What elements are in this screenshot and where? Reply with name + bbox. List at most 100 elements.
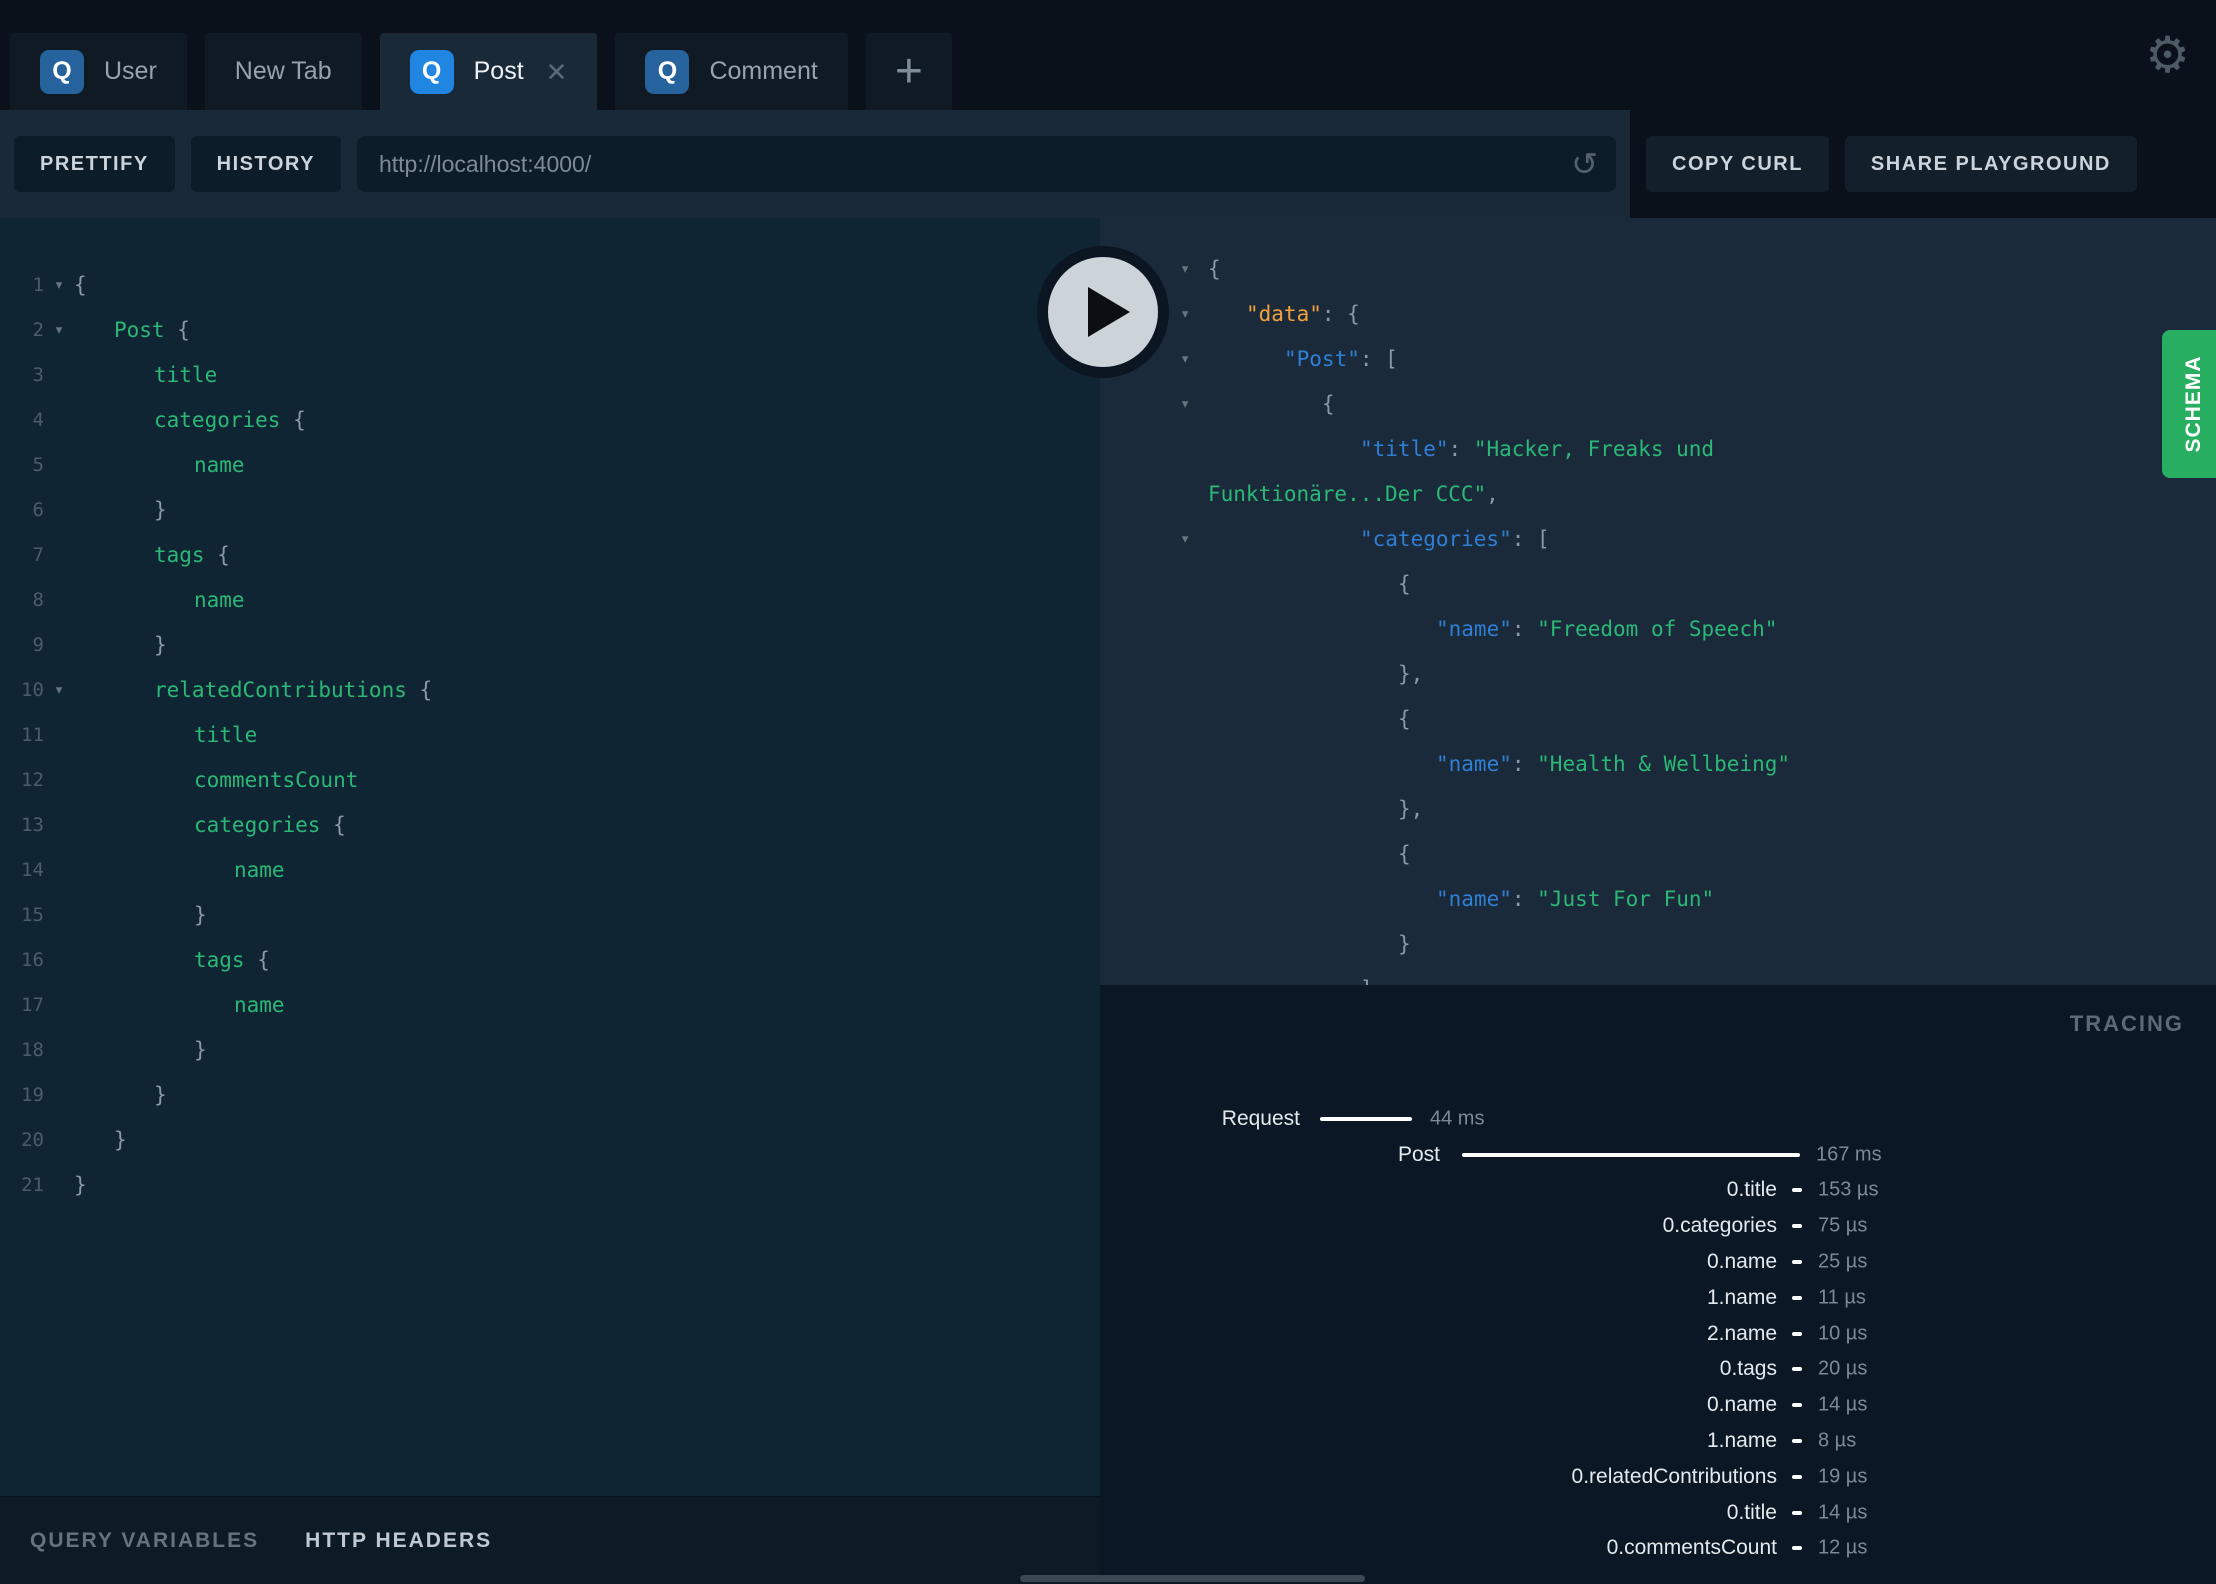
tab-comment[interactable]: Q Comment [615, 33, 848, 110]
line-number: 1 [32, 273, 44, 296]
code-token: "name" [1436, 616, 1512, 641]
query-code-line[interactable]: 6} [0, 487, 1100, 532]
code-token: { [1322, 391, 1335, 416]
query-code-line[interactable]: 15} [0, 892, 1100, 937]
trace-row: 1.name 11 µs [1100, 1280, 2216, 1316]
trace-duration-bar [1792, 1224, 1802, 1229]
prettify-button[interactable]: PRETTIFY [14, 136, 175, 192]
query-code-line[interactable]: 19} [0, 1072, 1100, 1117]
trace-duration-bar [1792, 1403, 1802, 1408]
query-code-line[interactable]: 2 ▾ Post { [0, 307, 1100, 352]
code-token: "data" [1246, 301, 1322, 326]
code-content: } [74, 1128, 1100, 1152]
trace-resolver-label: 0.name [1706, 1393, 1777, 1417]
code-token: } [154, 497, 167, 522]
tab-post[interactable]: Q Post ✕ [379, 33, 598, 110]
code-token: title [154, 362, 218, 387]
trace-duration-bar [1792, 1367, 1802, 1372]
line-number: 7 [32, 543, 44, 566]
tab-new-tab[interactable]: New Tab [204, 33, 362, 110]
query-code-line[interactable]: 9} [0, 622, 1100, 667]
trace-resolver-label: 0.categories [1662, 1214, 1777, 1238]
response-code-line: }, [1100, 651, 2216, 696]
query-code-line[interactable]: 1 ▾{ [0, 262, 1100, 307]
query-code-line[interactable]: 17 name [0, 982, 1100, 1027]
fold-arrow-icon[interactable]: ▾ [1180, 394, 1190, 414]
trace-row: 0.name 14 µs [1100, 1387, 2216, 1423]
trace-resolver-label: 0.relatedContributions [1571, 1464, 1777, 1488]
settings-gear-icon[interactable]: ⚙ [2145, 30, 2190, 80]
toolbar: PRETTIFY HISTORY http://localhost:4000/ … [0, 110, 2216, 218]
add-tab-button[interactable]: + [865, 33, 952, 110]
history-button[interactable]: HISTORY [190, 136, 341, 192]
response-code-line: { [1100, 696, 2216, 741]
code-token: commentsCount [194, 767, 359, 792]
code-content: } [1208, 932, 1411, 956]
trace-resolver-label: 1.name [1706, 1429, 1777, 1453]
line-number: 11 [21, 723, 44, 746]
copy-curl-button[interactable]: COPY CURL [1646, 136, 1829, 192]
code-token: "Just For Fun" [1537, 886, 1715, 911]
trace-row: 1.name 8 µs [1100, 1423, 2216, 1459]
query-code-line[interactable]: 10 ▾ relatedContributions { [0, 667, 1100, 712]
trace-duration-bar [1462, 1152, 1800, 1157]
query-code-line[interactable]: 7 tags { [0, 532, 1100, 577]
code-token: } [194, 1037, 207, 1062]
code-token: Post [114, 317, 178, 342]
trace-row: 0.name 25 µs [1100, 1244, 2216, 1280]
endpoint-url-input[interactable]: http://localhost:4000/ ↺ [356, 136, 1616, 192]
code-content: "name": "Freedom of Speech" [1208, 617, 1777, 641]
horizontal-scrollbar-thumb[interactable] [1020, 1575, 1365, 1582]
code-token: : [1448, 436, 1474, 461]
query-code-line[interactable]: 3 title [0, 352, 1100, 397]
response-code-line: "name": "Freedom of Speech" [1100, 606, 2216, 651]
http-headers-tab[interactable]: HTTP HEADERS [305, 1529, 492, 1553]
query-code-line[interactable]: 14 name [0, 847, 1100, 892]
execute-query-button[interactable] [1037, 246, 1169, 378]
response-code-line: Funktionäre...Der CCC", [1100, 471, 2216, 516]
close-tab-icon[interactable]: ✕ [546, 59, 568, 85]
query-code-line[interactable]: 5 name [0, 442, 1100, 487]
fold-arrow-icon[interactable]: ▾ [44, 680, 74, 700]
schema-side-tab[interactable]: SCHEMA [2162, 330, 2216, 478]
fold-arrow-icon[interactable]: ▾ [1180, 259, 1190, 279]
trace-resolver-label: 0.title [1726, 1178, 1777, 1202]
trace-duration-bar [1792, 1188, 1802, 1193]
fold-arrow-icon[interactable]: ▾ [44, 275, 74, 295]
line-number: 13 [21, 813, 44, 836]
trace-duration-value: 11 µs [1818, 1286, 1866, 1309]
tab-label: New Tab [234, 57, 332, 85]
query-code-line[interactable]: 18} [0, 1027, 1100, 1072]
query-code-line[interactable]: 20} [0, 1117, 1100, 1162]
fold-arrow-icon[interactable]: ▾ [1180, 529, 1190, 549]
query-code-line[interactable]: 4 categories { [0, 397, 1100, 442]
query-code-line[interactable]: 16 tags { [0, 937, 1100, 982]
response-code-line: ▾ "data": { [1100, 291, 2216, 336]
share-playground-button[interactable]: SHARE PLAYGROUND [1844, 136, 2137, 192]
line-number: 16 [21, 948, 44, 971]
trace-row: 0.tags 20 µs [1100, 1352, 2216, 1388]
reload-schema-icon[interactable]: ↺ [1571, 148, 1598, 180]
fold-arrow-icon[interactable]: ▾ [1180, 304, 1190, 324]
query-code-line[interactable]: 11 title [0, 712, 1100, 757]
code-content: name [74, 453, 1100, 477]
tab-label: Post [473, 57, 524, 85]
query-code-line[interactable]: 13 categories { [0, 802, 1100, 847]
query-editor-pane[interactable]: 1 ▾{2 ▾ Post {3 title 4 categories {5 name 6} 7 ta… [0, 218, 1100, 1496]
code-token: "name" [1436, 751, 1512, 776]
trace-duration-bar [1792, 1260, 1802, 1265]
fold-arrow-icon[interactable]: ▾ [1180, 349, 1190, 369]
query-code-line[interactable]: 12 commentsCount [0, 757, 1100, 802]
query-code-line[interactable]: 21} [0, 1162, 1100, 1207]
trace-row: 0.title 14 µs [1100, 1495, 2216, 1531]
tab-user[interactable]: Q User [10, 33, 187, 110]
code-token: "name" [1436, 886, 1512, 911]
line-number: 18 [21, 1038, 44, 1061]
query-variables-tab[interactable]: QUERY VARIABLES [30, 1529, 259, 1553]
fold-arrow-icon[interactable]: ▾ [44, 320, 74, 340]
code-content: tags { [74, 543, 1100, 567]
code-content: } [74, 1038, 1100, 1062]
line-number: 9 [32, 633, 44, 656]
query-code-line[interactable]: 8 name [0, 577, 1100, 622]
line-number: 10 [21, 678, 44, 701]
